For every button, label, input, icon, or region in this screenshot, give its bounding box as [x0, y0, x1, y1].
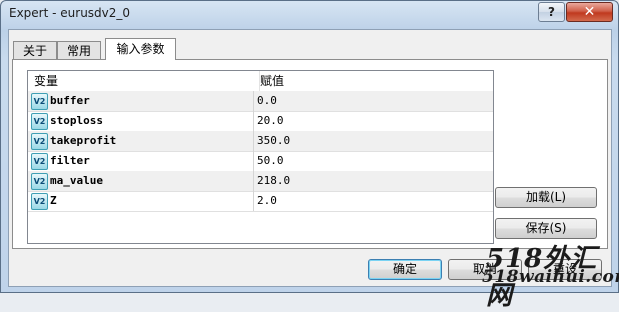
save-button[interactable]: 保存(S): [495, 218, 597, 239]
ok-button[interactable]: 确定: [368, 259, 442, 280]
dialog-client-area: 关于 常用 输入参数 变量 赋值 V2 buffer 0.0 V2 stoplo…: [8, 29, 612, 287]
param-value[interactable]: 218.0: [255, 171, 487, 191]
param-name: ma_value: [50, 174, 103, 187]
param-name-cell: V2 filter: [28, 151, 254, 171]
variable-icon: V2: [31, 93, 48, 110]
tab-common[interactable]: 常用: [57, 41, 101, 60]
parameters-table: 变量 赋值 V2 buffer 0.0 V2 stoploss 20.0 V2 …: [27, 70, 494, 244]
variable-icon: V2: [31, 193, 48, 210]
load-button[interactable]: 加载(L): [495, 187, 597, 208]
param-value[interactable]: 20.0: [255, 111, 487, 131]
param-value[interactable]: 2.0: [255, 191, 487, 211]
param-name-cell: V2 takeprofit: [28, 131, 254, 151]
param-name-cell: V2 stoploss: [28, 111, 254, 131]
tab-about[interactable]: 关于: [13, 41, 57, 60]
table-row[interactable]: V2 filter 50.0: [28, 151, 493, 172]
reset-button[interactable]: 重设: [528, 259, 602, 280]
tab-inputs[interactable]: 输入参数: [105, 38, 176, 60]
table-row[interactable]: V2 Z 2.0: [28, 191, 493, 212]
param-name-cell: V2 buffer: [28, 91, 254, 111]
cancel-button[interactable]: 取消: [448, 259, 522, 280]
header-value[interactable]: 赋值: [255, 71, 490, 91]
table-header: 变量 赋值: [28, 71, 493, 91]
table-row[interactable]: V2 buffer 0.0: [28, 91, 493, 112]
param-name: stoploss: [50, 114, 103, 127]
expert-dialog: Expert - eurusdv2_0 ? ✕ 关于 常用 输入参数 变量 赋值…: [0, 0, 619, 293]
inputs-tab-page: 变量 赋值 V2 buffer 0.0 V2 stoploss 20.0 V2 …: [12, 59, 608, 249]
param-value[interactable]: 0.0: [255, 91, 487, 111]
table-row[interactable]: V2 takeprofit 350.0: [28, 131, 493, 152]
table-row[interactable]: V2 stoploss 20.0: [28, 111, 493, 132]
param-name: Z: [50, 194, 57, 207]
param-name: takeprofit: [50, 134, 117, 147]
variable-icon: V2: [31, 113, 48, 130]
variable-icon: V2: [31, 133, 48, 150]
param-name: filter: [50, 154, 90, 167]
param-name: buffer: [50, 94, 90, 107]
param-name-cell: V2 ma_value: [28, 171, 254, 191]
window-title: Expert - eurusdv2_0: [9, 6, 131, 20]
variable-icon: V2: [31, 153, 48, 170]
variable-icon: V2: [31, 173, 48, 190]
header-variable[interactable]: 变量: [28, 71, 260, 91]
param-value[interactable]: 50.0: [255, 151, 487, 171]
help-button[interactable]: ?: [538, 2, 565, 22]
param-name-cell: V2 Z: [28, 191, 254, 211]
title-bar[interactable]: Expert - eurusdv2_0 ? ✕: [1, 1, 618, 27]
param-value[interactable]: 350.0: [255, 131, 487, 151]
close-button[interactable]: ✕: [566, 2, 613, 22]
table-row[interactable]: V2 ma_value 218.0: [28, 171, 493, 192]
